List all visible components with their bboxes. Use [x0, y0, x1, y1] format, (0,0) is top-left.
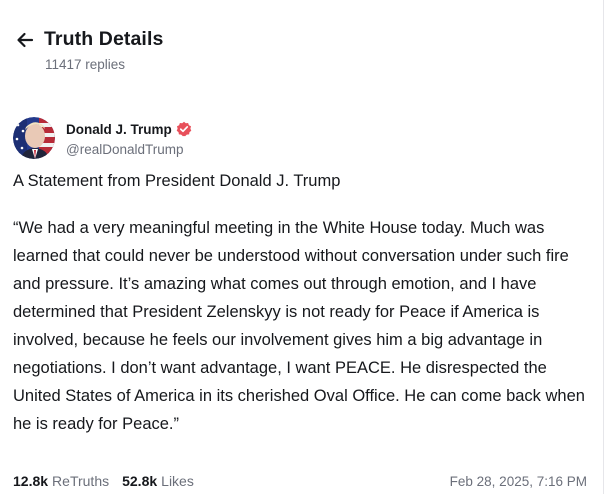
- retruths-label: ReTruths: [52, 473, 110, 489]
- author-handle[interactable]: @realDonaldTrump: [66, 142, 192, 157]
- post-heading: A Statement from President Donald J. Tru…: [13, 172, 341, 190]
- arrow-left-icon: [15, 30, 35, 50]
- replies-count[interactable]: 11417 replies: [45, 57, 125, 72]
- author-meta: Donald J. Trump @realDonaldTrump: [66, 119, 192, 157]
- page-title: Truth Details: [44, 28, 164, 50]
- page-header: Truth Details: [14, 28, 163, 51]
- back-button[interactable]: [14, 29, 36, 51]
- post-timestamp[interactable]: Feb 28, 2025, 7:16 PM: [450, 474, 587, 489]
- retruths-count: 12.8k: [13, 473, 49, 489]
- retruths-stat[interactable]: 12.8k ReTruths: [13, 473, 109, 489]
- author-name[interactable]: Donald J. Trump: [66, 122, 172, 137]
- likes-count: 52.8k: [122, 473, 158, 489]
- likes-label: Likes: [161, 473, 194, 489]
- author-name-row: Donald J. Trump: [66, 119, 192, 139]
- likes-stat[interactable]: 52.8k Likes: [122, 473, 194, 489]
- verified-badge-icon: [176, 121, 192, 137]
- post-body: “We had a very meaningful meeting in the…: [13, 219, 585, 433]
- post-author: Donald J. Trump @realDonaldTrump: [13, 117, 192, 159]
- avatar[interactable]: [13, 117, 55, 159]
- column-divider: [603, 0, 604, 494]
- post-stats: 12.8k ReTruths 52.8k Likes: [13, 473, 207, 489]
